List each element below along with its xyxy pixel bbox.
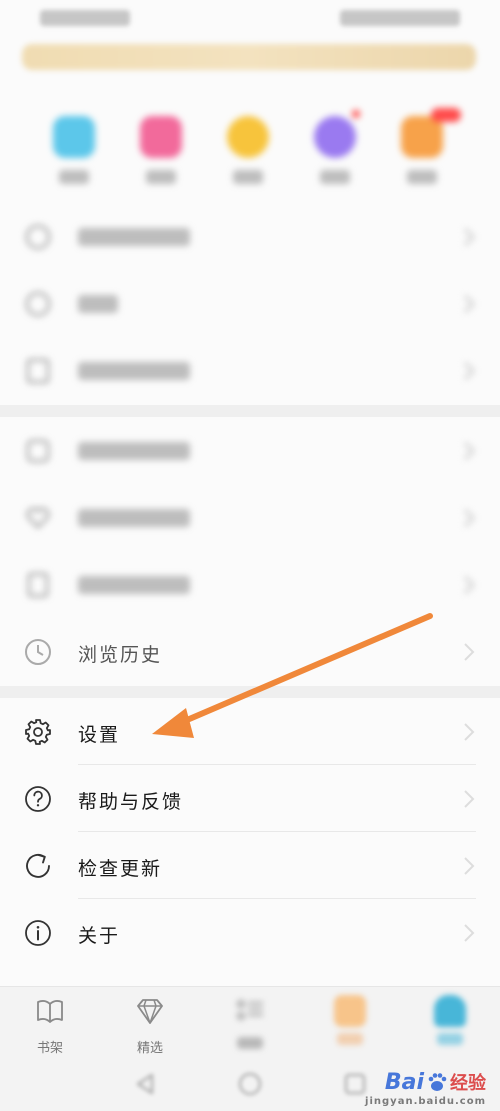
quick-actions-row [0,108,500,200]
menu-item-label: 浏览历史 [78,644,163,666]
menu-item-check-update[interactable]: 检查更新 [0,832,500,899]
menu-item-label [78,509,190,527]
list-icon [237,1000,263,1020]
watermark-url: jingyan.baidu.com [365,1096,486,1107]
quick-action-label [131,170,191,186]
quick-action-label [305,170,365,186]
menu-item-label [78,228,190,246]
menu-item-browsing-history[interactable]: 浏览历史 [0,618,500,685]
menu-group-2: 浏览历史 [0,417,500,685]
menu-item-blurred-4[interactable] [0,417,500,484]
quick-action-icon [401,108,461,158]
status-bar [0,0,500,36]
bottom-tab-bar: 书架 精选 [0,986,500,1056]
quick-action-icon [314,110,360,158]
quick-action-label [218,170,278,186]
chevron-right-icon [464,643,475,661]
refresh-icon [26,853,50,878]
menu-item-icon [28,573,48,597]
menu-item-blurred-1[interactable] [0,203,500,270]
menu-item-about[interactable]: 关于 [0,899,500,966]
chevron-right-icon [464,442,475,460]
notification-dot [352,110,360,118]
chevron-right-icon [464,295,475,313]
quick-action-1[interactable] [44,110,104,186]
gift-icon [334,995,366,1027]
quick-action-4[interactable] [305,110,365,186]
menu-item-label: 帮助与反馈 [78,791,184,813]
promo-banner[interactable] [22,44,476,70]
tab-label [215,1037,285,1053]
section-gap [0,686,500,698]
section-gap [0,405,500,417]
diamond-icon [137,999,163,1024]
menu-item-blurred-6[interactable] [0,551,500,618]
quick-action-icon [140,116,182,158]
me-page: 浏览历史 设置 帮助与反馈 检查更新 关于 书架 精选 Bai 经验 jingy… [0,0,500,1111]
menu-item-icon [27,440,49,462]
new-badge [431,108,461,122]
menu-item-blurred-2[interactable] [0,270,500,337]
menu-item-label [78,362,190,380]
menu-item-label: 关于 [78,925,121,947]
menu-item-label [78,576,190,594]
menu-item-blurred-5[interactable] [0,484,500,551]
quick-action-3[interactable] [218,110,278,186]
menu-item-blurred-3[interactable] [0,337,500,404]
menu-group-3: 设置 帮助与反馈 检查更新 关于 [0,698,500,966]
clock-icon [25,639,51,665]
quick-action-icon [227,116,269,158]
tab-welfare[interactable] [315,995,385,1049]
chevron-right-icon [464,509,475,527]
tab-label [415,1033,485,1049]
chevron-right-icon [464,576,475,594]
watermark-brand: Bai [384,1069,424,1095]
heart-icon [26,507,50,529]
book-icon [37,1000,63,1023]
menu-item-help-feedback[interactable]: 帮助与反馈 [0,765,500,832]
question-circle-icon [25,786,51,812]
chevron-right-icon [464,362,475,380]
info-circle-icon [25,920,51,946]
home-icon[interactable] [237,1071,263,1097]
quick-action-5[interactable] [392,108,461,186]
menu-item-label: 检查更新 [78,858,163,880]
tab-label: 精选 [136,1041,163,1056]
quick-action-icon [53,116,95,158]
chevron-right-icon [464,924,475,942]
status-bar-right [340,10,460,26]
status-bar-left [40,10,130,26]
menu-item-settings[interactable]: 设置 [0,698,500,765]
menu-item-label [78,442,190,460]
chevron-right-icon [464,228,475,246]
paw-icon [428,1073,447,1091]
chevron-right-icon [464,790,475,808]
back-icon[interactable] [132,1071,158,1097]
gear-icon [25,719,51,745]
watermark-brand-tail: 经验 [450,1073,486,1094]
menu-item-icon [27,359,49,383]
menu-item-icon [26,292,50,316]
user-icon [434,995,466,1027]
quick-action-label [392,170,452,186]
quick-action-2[interactable] [131,110,191,186]
quick-action-label [44,170,104,186]
menu-group-1 [0,203,500,404]
tab-featured[interactable]: 精选 [115,995,185,1056]
baidu-jingyan-watermark: Bai 经验 jingyan.baidu.com [365,1069,486,1108]
tab-category[interactable] [215,995,285,1053]
chevron-right-icon [464,723,475,741]
chevron-right-icon [464,857,475,875]
menu-item-label [78,295,118,313]
tab-me[interactable] [415,995,485,1049]
tab-bookshelf[interactable]: 书架 [15,995,85,1056]
tab-label: 书架 [36,1041,63,1056]
tab-label [315,1033,385,1049]
menu-item-icon [26,225,50,249]
menu-item-label: 设置 [78,724,121,746]
recents-icon[interactable] [342,1071,368,1097]
